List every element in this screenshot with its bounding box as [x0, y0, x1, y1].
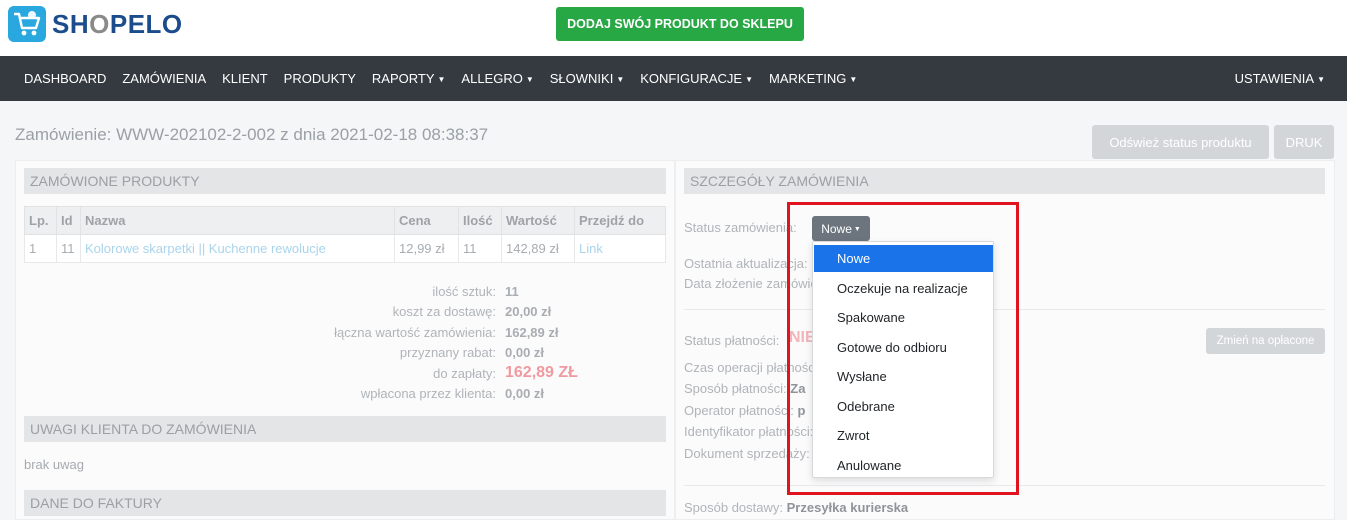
table-row: 1 11 Kolorowe skarpetki || Kuchenne rewo… [24, 234, 666, 263]
page-title: Zamówienie: WWW-202102-2-002 z dnia 2021… [15, 125, 489, 144]
nav-item-1[interactable]: ZAMÓWIENIA [114, 71, 214, 86]
product-goto-link[interactable]: Link [574, 234, 666, 263]
status-label: Status zamówienia: [684, 220, 797, 235]
nav-item-4[interactable]: RAPORTY ▼ [364, 71, 454, 86]
caret-down-icon: ▼ [437, 75, 446, 85]
order-summary: ilość sztuk: 11 koszt za dostawę: 20,00 zł… [230, 281, 650, 404]
ordered-products-header: ZAMÓWIONE PRODUKTY [24, 168, 666, 194]
paid-value: 0,00 zł [505, 386, 545, 402]
qty-value: 11 [505, 283, 519, 299]
cell-value: 142,89 zł [501, 234, 575, 263]
qty-label: ilość sztuk: [432, 283, 496, 299]
total-label: łączna wartość zamówienia: [334, 324, 496, 340]
highlight-annotation [787, 202, 1019, 495]
cell-qty: 11 [458, 234, 502, 263]
nav-item-8[interactable]: MARKETING ▼ [761, 71, 865, 86]
caret-down-icon: ▼ [1317, 75, 1325, 85]
cell-lp: 1 [24, 234, 57, 263]
cart-icon [8, 6, 46, 42]
nav-item-2[interactable]: KLIENT [214, 71, 276, 86]
customer-remarks-header: UWAGI KLIENTA DO ZAMÓWIENIA [24, 416, 666, 442]
shopelo-logo[interactable]: SHOPELO [8, 6, 183, 42]
table-header-row: Lp. Id Nazwa Cena Ilość Wartość Przejdź … [24, 206, 666, 235]
add-product-button[interactable]: DODAJ SWÓJ PRODUKT DO SKLEPU [556, 7, 804, 41]
column-header: Lp. [24, 206, 57, 235]
caret-down-icon: ▼ [745, 75, 754, 85]
cell-id: 11 [56, 234, 81, 263]
column-header: Wartość [501, 206, 575, 235]
to-pay-label: do zapłaty: [433, 365, 496, 381]
delivery-method-field: Sposób dostawy: Przesyłka kurierska [684, 500, 909, 515]
mark-as-paid-button[interactable]: Zmień na opłacone [1206, 328, 1325, 354]
customer-remarks-text: brak uwag [24, 457, 84, 472]
payment-status-label: Status płatności: [684, 333, 780, 348]
column-header: Nazwa [80, 206, 395, 235]
paid-label: wpłacona przez klienta: [360, 386, 496, 402]
products-table: Lp. Id Nazwa Cena Ilość Wartość Przejdź … [24, 206, 666, 263]
caret-down-icon: ▼ [849, 75, 858, 85]
nav-item-5[interactable]: ALLEGRO ▼ [453, 71, 541, 86]
nav-item-0[interactable]: DASHBOARD [16, 71, 114, 86]
caret-down-icon: ▼ [616, 75, 625, 85]
product-name-link[interactable]: Kolorowe skarpetki || Kuchenne rewolucje [80, 234, 395, 263]
print-button[interactable]: DRUK [1274, 125, 1334, 159]
order-details-header: SZCZEGÓŁY ZAMÓWIENIA [684, 168, 1325, 194]
top-header: SHOPELO DODAJ SWÓJ PRODUKT DO SKLEPU [0, 0, 1347, 56]
discount-value: 0,00 zł [505, 345, 545, 361]
main-navbar: DASHBOARD ZAMÓWIENIA KLIENT PRODUKTY RAPORTY… [0, 56, 1347, 101]
nav-menu: DASHBOARD ZAMÓWIENIA KLIENT PRODUKTY RAPORTY… [0, 71, 865, 86]
refresh-status-button[interactable]: Odśwież status produktu [1092, 125, 1269, 159]
caret-down-icon: ▼ [525, 75, 534, 85]
nav-item-6[interactable]: SŁOWNIKI ▼ [542, 71, 633, 86]
nav-item-settings[interactable]: USTAWIENIA ▼ [1227, 71, 1333, 86]
cell-price: 12,99 zł [394, 234, 459, 263]
shipping-label: koszt za dostawę: [392, 304, 496, 320]
invoice-data-header: DANE DO FAKTURY [24, 490, 666, 516]
column-header: Przejdź do [574, 206, 666, 235]
shipping-value: 20,00 zł [505, 304, 552, 320]
column-header: Ilość [458, 206, 502, 235]
logo-text: SHOPELO [52, 8, 183, 39]
column-header: Id [56, 206, 81, 235]
to-pay-value: 162,89 ZŁ [505, 364, 578, 382]
column-header: Cena [394, 206, 459, 235]
nav-item-3[interactable]: PRODUKTY [276, 71, 364, 86]
nav-item-7[interactable]: KONFIGURACJE ▼ [632, 71, 761, 86]
discount-label: przyznany rabat: [399, 345, 496, 361]
total-value: 162,89 zł [505, 324, 559, 340]
